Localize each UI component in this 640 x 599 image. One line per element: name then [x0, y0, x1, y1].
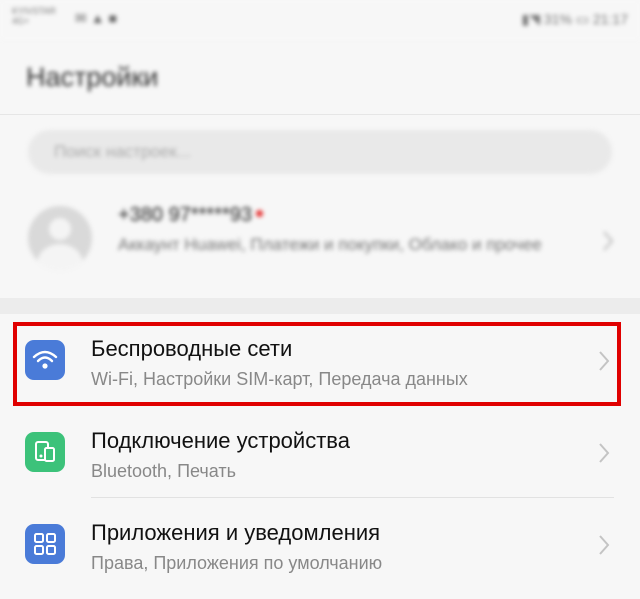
- device-connection-icon: [25, 432, 65, 472]
- clock: 21:17: [592, 11, 628, 27]
- status-bar: KYIVSTAR 4G+ ✉▲■ ▮◥ 31% ▭ 21:17: [0, 0, 640, 40]
- battery-level: 31%: [543, 11, 572, 27]
- account-row[interactable]: +380 97*****93 Аккаунт Huawei, Платежи и…: [0, 186, 640, 298]
- settings-item-subtitle: Права, Приложения по умолчанию: [91, 553, 383, 573]
- chevron-right-icon: [599, 351, 610, 371]
- battery-icon: ▭: [575, 11, 590, 27]
- account-subtitle: Аккаунт Huawei, Платежи и покупки, Облак…: [118, 235, 542, 254]
- chevron-right-icon: [603, 231, 614, 251]
- signal-icon: ▮◥: [521, 11, 541, 27]
- account-number: +380 97*****93: [118, 204, 264, 227]
- chevron-right-icon: [599, 443, 610, 463]
- search-input[interactable]: Поиск настроек...: [28, 130, 612, 174]
- title-divider: [0, 114, 640, 115]
- settings-item-title: Беспроводные сети: [91, 336, 293, 361]
- avatar: [28, 206, 92, 270]
- carrier-label: KYIVSTAR 4G+: [12, 6, 56, 26]
- settings-item-title: Приложения и уведомления: [91, 520, 381, 545]
- chevron-right-icon: [599, 535, 610, 555]
- status-right: ▮◥ 31% ▭ 21:17: [522, 11, 628, 28]
- section-separator: [0, 298, 640, 314]
- wifi-icon: [25, 340, 65, 380]
- page-title: Настройки: [26, 62, 159, 92]
- settings-item-device-connection[interactable]: Подключение устройства Bluetooth, Печать: [0, 406, 640, 498]
- settings-item-title: Подключение устройства: [91, 428, 350, 453]
- settings-list: Беспроводные сети Wi-Fi, Настройки SIM-к…: [0, 314, 640, 590]
- settings-item-apps[interactable]: Приложения и уведомления Права, Приложен…: [0, 498, 640, 590]
- notification-dot: [256, 210, 264, 217]
- settings-item-subtitle: Bluetooth, Печать: [91, 461, 237, 481]
- settings-item-wireless[interactable]: Беспроводные сети Wi-Fi, Настройки SIM-к…: [0, 314, 640, 406]
- settings-item-subtitle: Wi-Fi, Настройки SIM-карт, Передача данн…: [91, 369, 468, 389]
- notification-icons: ✉▲■: [75, 10, 122, 26]
- apps-icon: [25, 524, 65, 564]
- search-placeholder: Поиск настроек...: [54, 142, 191, 161]
